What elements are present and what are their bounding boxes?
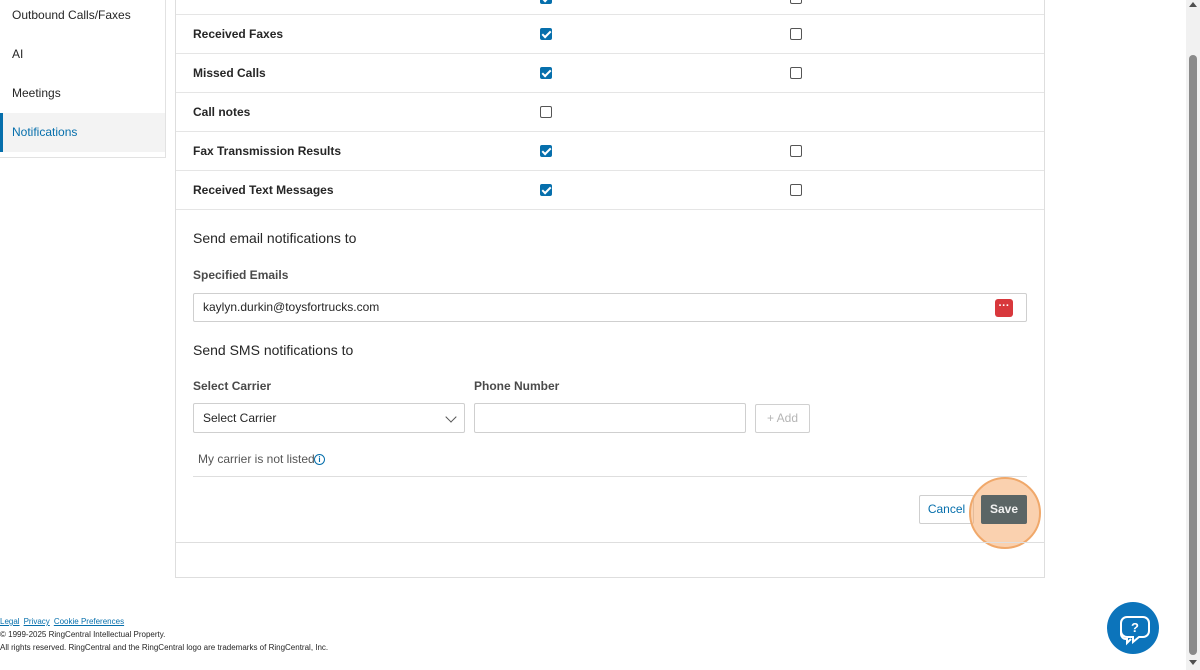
phone-number-input[interactable] <box>474 403 746 433</box>
footer-link-privacy[interactable]: Privacy <box>24 617 50 626</box>
table-row-partial <box>176 0 1044 15</box>
carrier-not-listed-link[interactable]: My carrier is not listed <box>198 452 315 466</box>
divider <box>176 542 1044 543</box>
table-row: Missed Calls <box>176 54 1044 93</box>
scroll-down-icon[interactable] <box>1189 660 1197 665</box>
row-label: Fax Transmission Results <box>193 144 342 158</box>
row-label: Missed Calls <box>193 66 266 80</box>
more-options-icon[interactable]: ··· <box>995 299 1013 317</box>
sidebar-item-ai[interactable]: AI <box>0 35 165 74</box>
divider <box>193 476 1027 477</box>
row-label: Received Text Messages <box>193 183 334 197</box>
email-value: kaylyn.durkin@toysfortrucks.com <box>203 300 380 314</box>
row-label: Call notes <box>193 105 251 119</box>
email-field[interactable]: kaylyn.durkin@toysfortrucks.com ··· <box>193 293 1027 322</box>
footer-links: Legal Privacy Cookie Preferences <box>0 615 328 628</box>
rights-text: All rights reserved. RingCentral and the… <box>0 643 329 652</box>
email-checkbox[interactable] <box>540 28 552 40</box>
email-checkbox-partial[interactable] <box>540 0 552 4</box>
chevron-down-icon <box>445 411 457 423</box>
sidebar-item-meetings[interactable]: Meetings <box>0 74 165 113</box>
table-row: Fax Transmission Results <box>176 132 1044 171</box>
add-button[interactable]: + Add <box>755 404 810 433</box>
page-footer: Legal Privacy Cookie Preferences © 1999-20… <box>0 615 328 654</box>
svg-text:?: ? <box>1131 620 1139 635</box>
footer-link-cookie-preferences[interactable]: Cookie Preferences <box>54 617 124 626</box>
email-checkbox[interactable] <box>540 106 552 118</box>
footer-link-legal[interactable]: Legal <box>0 617 20 626</box>
help-chat-button[interactable]: ? <box>1107 602 1159 654</box>
copyright-text: © 1999-2025 RingCentral Intellectual Pro… <box>0 630 166 639</box>
carrier-select[interactable]: Select Carrier <box>193 403 465 433</box>
info-icon[interactable]: i <box>314 454 325 465</box>
sidebar-item-notifications[interactable]: Notifications <box>0 113 165 152</box>
save-button[interactable]: Save <box>981 495 1027 524</box>
settings-sidebar: Outbound Calls/Faxes AI Meetings Notific… <box>0 0 166 158</box>
sms-checkbox[interactable] <box>790 184 802 196</box>
sms-checkbox[interactable] <box>790 145 802 157</box>
sms-section-title: Send SMS notifications to <box>193 342 354 358</box>
email-checkbox[interactable] <box>540 145 552 157</box>
email-section-title: Send email notifications to <box>193 230 357 246</box>
carrier-label: Select Carrier <box>193 379 272 393</box>
sidebar-item-outbound-calls-faxes[interactable]: Outbound Calls/Faxes <box>0 0 165 35</box>
phone-number-label: Phone Number <box>474 379 560 393</box>
page-scrollbar[interactable] <box>1186 0 1200 670</box>
email-checkbox[interactable] <box>540 67 552 79</box>
sms-checkbox[interactable] <box>790 28 802 40</box>
notifications-panel: Received Faxes Missed Calls Call notes F… <box>175 0 1045 578</box>
sms-checkbox[interactable] <box>790 67 802 79</box>
help-chat-icon: ? <box>1120 616 1150 646</box>
scroll-up-icon[interactable] <box>1189 2 1197 7</box>
scroll-thumb[interactable] <box>1189 55 1197 655</box>
carrier-select-value: Select Carrier <box>203 411 277 425</box>
table-row: Received Faxes <box>176 15 1044 54</box>
table-row: Call notes <box>176 93 1044 132</box>
cancel-button[interactable]: Cancel <box>919 495 974 524</box>
sms-checkbox-partial[interactable] <box>790 0 802 4</box>
table-row: Received Text Messages <box>176 171 1044 210</box>
row-label: Received Faxes <box>193 27 284 41</box>
email-checkbox[interactable] <box>540 184 552 196</box>
specified-emails-label: Specified Emails <box>193 268 289 282</box>
